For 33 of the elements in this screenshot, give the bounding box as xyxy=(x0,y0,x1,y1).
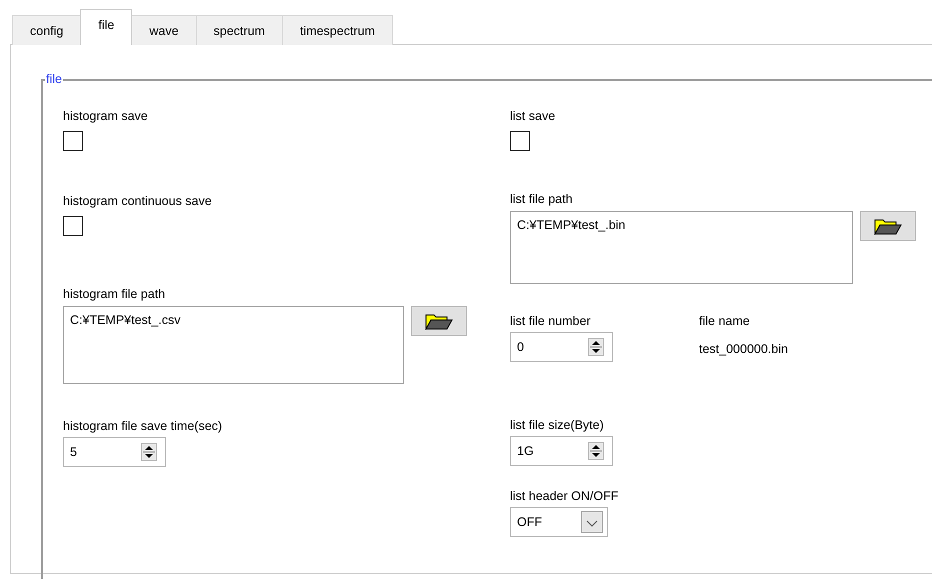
number-spinner[interactable]: 0 xyxy=(510,332,613,362)
up-down-arrows-icon xyxy=(588,338,604,356)
tab[interactable]: timespectrum xyxy=(282,15,393,45)
field-label: list file size(Byte) xyxy=(510,417,605,433)
number-spinner[interactable]: 1G xyxy=(510,436,613,466)
field-label: list header ON/OFF xyxy=(510,488,618,504)
checkbox[interactable] xyxy=(63,216,83,236)
number-spinner[interactable]: 5 xyxy=(63,437,166,467)
checkbox[interactable] xyxy=(63,131,83,151)
tab[interactable]: file xyxy=(80,9,132,45)
checkbox[interactable] xyxy=(510,131,530,151)
path-field[interactable]: C:¥TEMP¥test_.csv xyxy=(63,306,404,384)
tab[interactable]: config xyxy=(12,15,82,45)
chevron-down-icon xyxy=(581,511,603,533)
folder-icon xyxy=(425,312,453,330)
field-label: histogram file path xyxy=(63,286,166,302)
browse-button[interactable] xyxy=(411,306,467,336)
tab[interactable]: wave xyxy=(131,15,197,45)
path-field[interactable]: C:¥TEMP¥test_.bin xyxy=(510,211,853,284)
browse-button[interactable] xyxy=(860,211,916,241)
up-down-arrows-icon xyxy=(588,442,604,460)
field-label: histogram save xyxy=(63,108,148,124)
tab[interactable]: spectrum xyxy=(196,15,283,45)
dropdown[interactable]: OFF xyxy=(510,507,608,537)
field-label: histogram continuous save xyxy=(63,193,212,209)
readout-label: file name xyxy=(699,313,751,329)
up-down-arrows-icon xyxy=(141,443,157,461)
field-label: list file number xyxy=(510,313,592,329)
field-label: histogram file save time(sec) xyxy=(63,418,222,434)
field-label: list save xyxy=(510,108,556,124)
folder-icon xyxy=(874,218,902,234)
file-name-text: test_000000.bin xyxy=(699,342,788,356)
field-label: list file path xyxy=(510,191,574,207)
